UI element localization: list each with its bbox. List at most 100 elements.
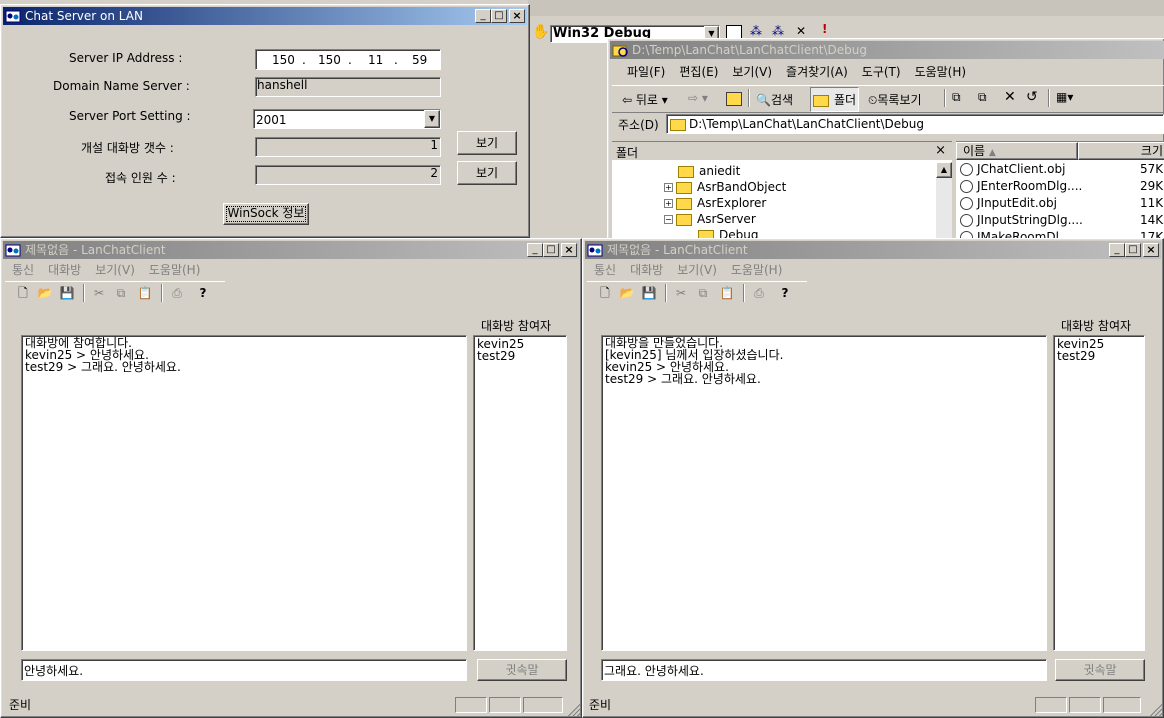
- stop-icon[interactable]: ✕: [796, 24, 806, 38]
- save-icon[interactable]: 💾: [57, 284, 77, 302]
- up-folder-icon[interactable]: [726, 92, 742, 106]
- client-right-titlebar[interactable]: 제목없음 - LanChatClient _ □ ×: [585, 241, 1161, 259]
- menu-view[interactable]: 보기(V): [670, 261, 724, 279]
- search-button[interactable]: 🔍검색: [756, 91, 793, 108]
- close-button[interactable]: ×: [561, 243, 577, 257]
- copy-icon[interactable]: ⧉: [111, 284, 131, 302]
- column-header-size[interactable]: 크기: [1078, 142, 1164, 160]
- cut-icon[interactable]: ✂: [89, 284, 109, 302]
- open-folder-icon[interactable]: 📂: [35, 284, 55, 302]
- tree-item-asrbandobject[interactable]: + AsrBandObject: [664, 180, 786, 194]
- chat-log[interactable]: 대화방에 참여합니다. kevin25 > 안녕하세요. test29 > 그래…: [21, 335, 467, 651]
- menu-favorites[interactable]: 즐겨찾기(A): [779, 63, 855, 81]
- tree-item-aniedit[interactable]: aniedit: [678, 164, 740, 178]
- users-view-button[interactable]: 보기: [457, 161, 517, 185]
- folder-pane-scrollbar[interactable]: ▲: [936, 162, 952, 242]
- participants-list[interactable]: kevin25 test29: [473, 335, 567, 651]
- address-input[interactable]: D:\Temp\LanChat\LanChatClient\Debug: [666, 114, 1164, 134]
- back-button[interactable]: ⇦ 뒤로 ▾: [622, 91, 668, 108]
- copy-icon[interactable]: ⧉: [693, 284, 713, 302]
- move-to-icon[interactable]: ⧉: [952, 90, 961, 105]
- ip-address-field[interactable]: 150 . 150 . 11 . 59: [255, 49, 441, 70]
- minimize-button[interactable]: _: [1109, 243, 1125, 257]
- whisper-button[interactable]: 귓속말: [477, 659, 567, 681]
- close-button[interactable]: ×: [509, 9, 525, 23]
- menu-edit[interactable]: 편집(E): [672, 63, 725, 81]
- cut-icon[interactable]: ✂: [671, 284, 691, 302]
- winsock-info-button[interactable]: WinSock 정보: [223, 203, 309, 225]
- menu-file[interactable]: 파일(F): [620, 63, 672, 81]
- menu-tools[interactable]: 도구(T): [855, 63, 908, 81]
- undo-icon[interactable]: ↺: [1026, 89, 1038, 105]
- save-icon[interactable]: 💾: [639, 284, 659, 302]
- tree-item-asrserver[interactable]: − AsrServer: [664, 212, 756, 226]
- help-icon[interactable]: ?: [193, 284, 213, 302]
- resize-gripper[interactable]: [1150, 704, 1162, 716]
- menu-help[interactable]: 도움말(H): [142, 261, 208, 279]
- maximize-button[interactable]: □: [543, 243, 559, 257]
- file-row[interactable]: JInputStringDlg....: [960, 213, 1083, 227]
- whisper-button[interactable]: 귓속말: [1055, 659, 1145, 681]
- maximize-button[interactable]: □: [1125, 243, 1141, 257]
- participant-item[interactable]: test29: [477, 350, 515, 362]
- chat-log[interactable]: 대화방을 만들었습니다. [kevin25] 님께서 입장하셨습니다. kevi…: [601, 335, 1047, 651]
- help-icon[interactable]: ?: [775, 284, 795, 302]
- delete-icon[interactable]: ✕: [1004, 89, 1016, 105]
- tool2-icon[interactable]: ⁂: [772, 24, 784, 38]
- server-titlebar[interactable]: Chat Server on LAN _ □ ×: [3, 7, 527, 25]
- paste-icon[interactable]: 📋: [135, 284, 155, 302]
- ip-part-4[interactable]: 59: [412, 53, 427, 67]
- message-input[interactable]: 안녕하세요.: [21, 659, 467, 681]
- menu-view[interactable]: 보기(V): [88, 261, 142, 279]
- minimize-button[interactable]: _: [475, 9, 491, 23]
- copy-to-icon[interactable]: ⧉: [978, 90, 987, 105]
- minimize-button[interactable]: _: [527, 243, 543, 257]
- tool-icon[interactable]: ⁂: [750, 24, 762, 38]
- ip-label: Server IP Address :: [69, 51, 183, 65]
- paste-icon[interactable]: 📋: [717, 284, 737, 302]
- breakpoint-icon[interactable]: !: [822, 22, 827, 36]
- new-file-icon[interactable]: 🗋: [13, 284, 33, 302]
- resize-gripper[interactable]: [568, 704, 580, 716]
- views-icon[interactable]: ▦▾: [1056, 90, 1073, 104]
- participant-item[interactable]: test29: [1057, 350, 1095, 362]
- menu-chatroom[interactable]: 대화방: [623, 261, 670, 279]
- ip-part-2[interactable]: 150: [318, 53, 341, 67]
- port-combobox[interactable]: 2001 ▼: [253, 109, 441, 129]
- menu-chatroom[interactable]: 대화방: [41, 261, 88, 279]
- expand-icon[interactable]: +: [664, 183, 673, 192]
- forward-button[interactable]: ⇨ ▾: [688, 91, 708, 105]
- menu-help[interactable]: 도움말(H): [908, 63, 974, 81]
- file-row[interactable]: JEnterRoomDlg....: [960, 179, 1082, 193]
- expand-icon[interactable]: +: [664, 199, 673, 208]
- history-button[interactable]: ⏲목록보기: [868, 91, 922, 108]
- folders-button[interactable]: 폴더: [810, 87, 860, 112]
- menu-connect[interactable]: 통신: [5, 261, 41, 279]
- open-folder-icon[interactable]: 📂: [617, 284, 637, 302]
- explorer-titlebar[interactable]: D:\Temp\LanChat\LanChatClient\Debug: [610, 41, 1164, 59]
- menu-connect[interactable]: 통신: [587, 261, 623, 279]
- new-file-icon[interactable]: 🗋: [595, 284, 615, 302]
- print-icon[interactable]: ⎙: [749, 284, 769, 302]
- scroll-up-button[interactable]: ▲: [936, 162, 952, 178]
- ip-part-3[interactable]: 11: [368, 53, 383, 67]
- menu-help[interactable]: 도움말(H): [724, 261, 790, 279]
- collapse-icon[interactable]: −: [664, 215, 673, 224]
- close-button[interactable]: ×: [1143, 243, 1159, 257]
- maximize-button[interactable]: □: [491, 9, 507, 23]
- hand-icon[interactable]: ✋: [532, 24, 549, 40]
- column-header-name[interactable]: 이름 ▲: [956, 142, 1078, 160]
- message-input[interactable]: 그래요. 안녕하세요.: [601, 659, 1047, 681]
- ip-part-1[interactable]: 150: [272, 53, 295, 67]
- tree-item-asrexplorer[interactable]: + AsrExplorer: [664, 196, 766, 210]
- file-row[interactable]: JInputEdit.obj: [960, 196, 1057, 210]
- participants-list[interactable]: kevin25 test29: [1053, 335, 1145, 651]
- rooms-view-button[interactable]: 보기: [457, 131, 517, 155]
- port-dropdown-button[interactable]: ▼: [424, 110, 440, 128]
- file-row[interactable]: JChatClient.obj: [960, 162, 1065, 176]
- print-icon[interactable]: ⎙: [167, 284, 187, 302]
- folder-pane-close-icon[interactable]: ×: [935, 143, 946, 158]
- file-name: JInputEdit.obj: [977, 196, 1057, 210]
- menu-view[interactable]: 보기(V): [725, 63, 779, 81]
- client-left-titlebar[interactable]: 제목없음 - LanChatClient _ □ ×: [3, 241, 579, 259]
